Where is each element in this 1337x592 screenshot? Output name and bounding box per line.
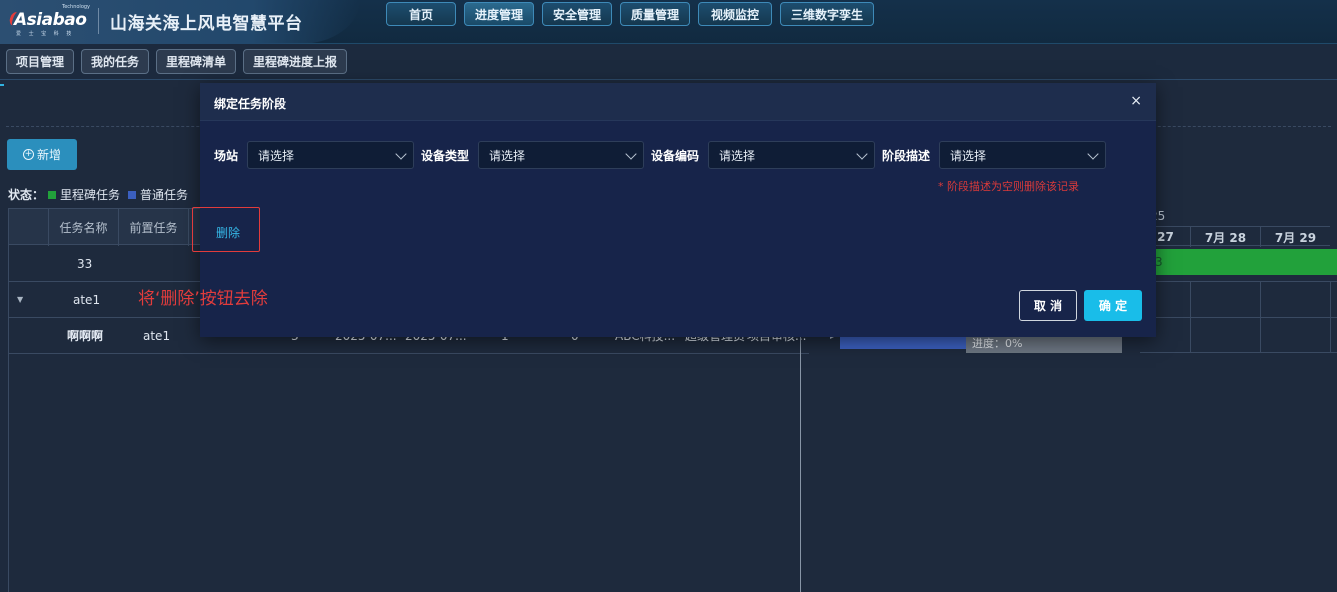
- nav-safety[interactable]: 安全管理: [542, 2, 612, 26]
- chevron-down-icon: [625, 148, 637, 160]
- row-pre-task: ate1: [143, 328, 171, 343]
- brand-area: Technology Asiabao 爱 士 宝 科 技 山海关海上风电智慧平台: [0, 0, 360, 44]
- logo-sub: 爱 士 宝 科 技: [16, 31, 75, 37]
- bind-stage-dialog: 绑定任务阶段 × 场站 请选择 设备类型 请选择 设备编码 请选择 阶段描述 请…: [138, 83, 1156, 337]
- confirm-button[interactable]: 确 定: [1084, 290, 1142, 321]
- nav-home[interactable]: 首页: [386, 2, 456, 26]
- delete-link[interactable]: 删除: [216, 224, 240, 241]
- add-button[interactable]: + 新增: [7, 139, 77, 170]
- header-blank: [9, 209, 49, 246]
- dialog-title: 绑定任务阶段: [214, 97, 287, 111]
- sub-nav: 项目管理 我的任务 里程碑清单 里程碑进度上报: [6, 49, 348, 74]
- device-type-label: 设备类型: [421, 149, 470, 163]
- status-legend: 状态： 里程碑任务 普通任务: [8, 186, 196, 203]
- device-code-label: 设备编码: [651, 149, 700, 163]
- gantt-grid-line: [1260, 282, 1261, 352]
- device-type-placeholder: 请选择: [489, 148, 526, 163]
- header-task-name: 任务名称: [49, 209, 119, 246]
- close-icon[interactable]: ×: [1130, 93, 1142, 109]
- legend-prefix: 状态：: [8, 188, 45, 202]
- legend-milestone-label: 里程碑任务: [60, 188, 121, 202]
- gantt-date: 7月 29: [1260, 227, 1330, 247]
- nav-progress[interactable]: 进度管理: [464, 2, 534, 26]
- gantt-grid-line: [1190, 282, 1191, 352]
- gantt-grid-line: [1140, 352, 1337, 353]
- station-select[interactable]: 请选择: [247, 141, 414, 169]
- gantt-grid-line: [1330, 282, 1331, 352]
- subnav-my-tasks[interactable]: 我的任务: [81, 49, 150, 74]
- header-pre-task: 前置任务: [119, 209, 189, 246]
- subnav-milestone-report[interactable]: 里程碑进度上报: [243, 49, 348, 74]
- chevron-down-icon: [395, 148, 407, 160]
- main-nav: 首页 进度管理 安全管理 质量管理 视频监控 三维数字孪生: [386, 2, 875, 26]
- dialog-header: 绑定任务阶段 ×: [200, 83, 1156, 121]
- gantt-date-header: 27 7月 28 7月 29: [1140, 226, 1330, 247]
- brand-divider: [98, 8, 99, 34]
- active-tab-indicator: [0, 84, 4, 86]
- stage-desc-select[interactable]: 请选择: [939, 141, 1106, 169]
- caret-down-icon[interactable]: ▼: [17, 295, 23, 304]
- stage-desc-label: 阶段描述: [882, 149, 931, 163]
- chevron-down-icon: [856, 148, 868, 160]
- nav-digital-twin[interactable]: 三维数字孪生: [780, 2, 875, 26]
- cancel-button[interactable]: 取 消: [1019, 290, 1077, 321]
- chevron-down-icon: [1087, 148, 1099, 160]
- row-task-name: 33: [77, 256, 93, 271]
- device-code-placeholder: 请选择: [719, 148, 756, 163]
- milestone-bar[interactable]: 3: [1140, 249, 1337, 275]
- task-bar[interactable]: [840, 337, 966, 349]
- station-label: 场站: [214, 149, 239, 163]
- gantt-grid-line: [1140, 317, 1337, 318]
- station-placeholder: 请选择: [258, 148, 295, 163]
- milestone-bar-label: 3: [1155, 255, 1163, 269]
- logo-word: Asiabao: [14, 10, 87, 30]
- annotation-text: 将‘删除’按钮去除: [138, 289, 268, 309]
- legend-normal-label: 普通任务: [140, 188, 189, 202]
- legend-normal: 普通任务: [128, 186, 188, 203]
- row-task-name: 啊啊啊: [67, 329, 104, 343]
- company-logo: Technology Asiabao 爱 士 宝 科 技: [7, 4, 92, 38]
- top-bar: Technology Asiabao 爱 士 宝 科 技 山海关海上风电智慧平台…: [0, 0, 1337, 44]
- subnav-milestone-list[interactable]: 里程碑清单: [156, 49, 237, 74]
- legend-milestone: 里程碑任务: [48, 186, 120, 203]
- add-button-label: 新增: [36, 148, 61, 162]
- device-code-select[interactable]: 请选择: [708, 141, 875, 169]
- stage-desc-placeholder: 请选择: [950, 148, 987, 163]
- nav-video[interactable]: 视频监控: [698, 2, 772, 26]
- device-type-select[interactable]: 请选择: [478, 141, 644, 169]
- gantt-date: 7月 28: [1190, 227, 1260, 247]
- stage-desc-hint: * 阶段描述为空则删除该记录: [938, 180, 1079, 193]
- subnav-project-management[interactable]: 项目管理: [6, 49, 75, 74]
- gantt-grid-line: [1140, 281, 1337, 282]
- nav-quality[interactable]: 质量管理: [620, 2, 690, 26]
- milestone-swatch: [48, 190, 57, 199]
- platform-title: 山海关海上风电智慧平台: [110, 14, 303, 34]
- plus-circle-icon: +: [22, 149, 34, 160]
- row-task-name: ate1: [73, 292, 101, 307]
- normal-swatch: [128, 190, 137, 199]
